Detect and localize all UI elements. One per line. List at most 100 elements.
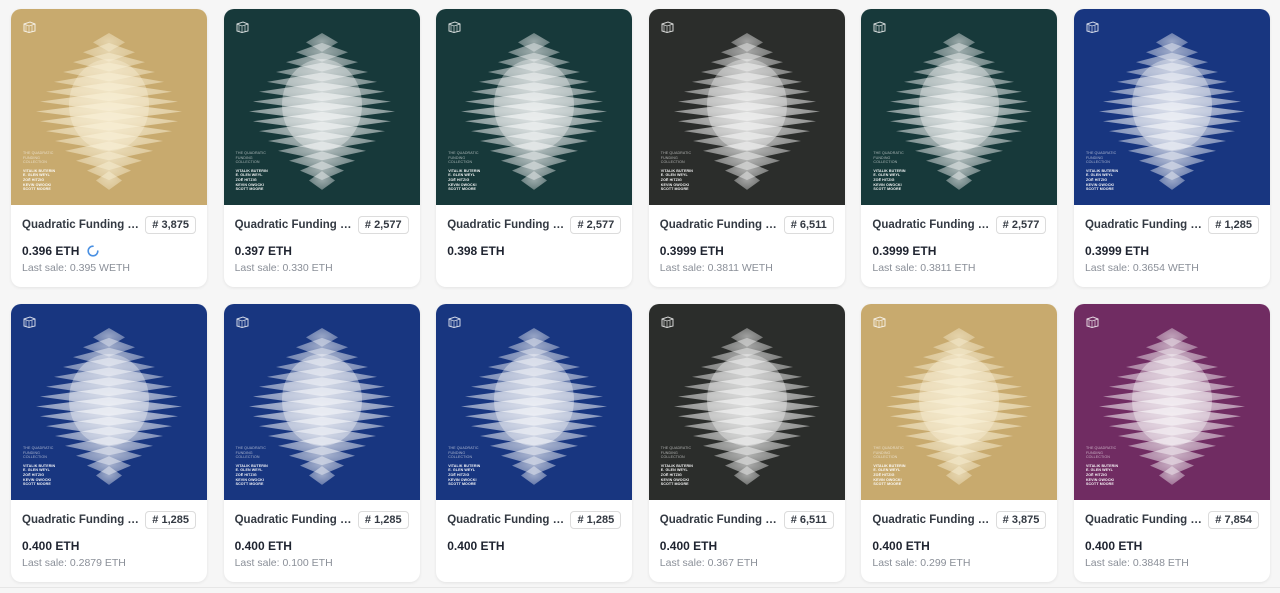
nft-card-10[interactable]: The Quadratic Funding Collection Vitalik B… bbox=[648, 304, 845, 582]
diamond-glow bbox=[706, 354, 787, 446]
token-id-badge: # 3,875 bbox=[145, 216, 196, 234]
artwork-caption: The Quadratic Funding Collection Vitalik B… bbox=[23, 151, 56, 192]
collection-logo-icon bbox=[448, 316, 461, 328]
nft-price: 0.398 ETH bbox=[447, 243, 505, 258]
nft-card-11[interactable]: The Quadratic Funding Collection Vitalik B… bbox=[861, 304, 1058, 582]
nft-card-5[interactable]: The Quadratic Funding Collection Vitalik B… bbox=[861, 9, 1058, 287]
nft-grid: The Quadratic Funding Collection Vitalik B… bbox=[11, 9, 1270, 582]
nft-artwork[interactable]: The Quadratic Funding Collection Vitalik B… bbox=[223, 304, 420, 500]
nft-artwork[interactable]: The Quadratic Funding Collection Vitalik B… bbox=[1073, 9, 1270, 205]
artwork-caption: The Quadratic Funding Collection Vitalik B… bbox=[873, 446, 906, 487]
nft-name[interactable]: Quadratic Funding O... bbox=[1085, 514, 1203, 526]
collection-logo-icon bbox=[1086, 21, 1099, 33]
collection-logo-icon bbox=[873, 316, 886, 328]
nft-price: 0.400 ETH bbox=[447, 538, 505, 553]
artwork-caption: The Quadratic Funding Collection Vitalik B… bbox=[1085, 151, 1119, 192]
artwork-caption: The Quadratic Funding Collection Vitalik B… bbox=[660, 151, 693, 192]
artwork-caption: The Quadratic Funding Collection Vitalik B… bbox=[235, 446, 268, 487]
nft-card-2[interactable]: The Quadratic Funding Collection Vitalik B… bbox=[223, 9, 420, 287]
last-sale: Last sale: 0.3848 ETH bbox=[1084, 557, 1189, 569]
nft-name[interactable]: Quadratic Funding O... bbox=[447, 219, 565, 231]
token-id-badge: # 6,511 bbox=[783, 216, 834, 234]
artwork-caption: The Quadratic Funding Collection Vitalik B… bbox=[660, 446, 693, 487]
token-id-badge: # 1,285 bbox=[145, 511, 196, 529]
nft-name[interactable]: Quadratic Funding O... bbox=[235, 514, 353, 526]
diamond-glow bbox=[281, 354, 362, 446]
nft-price: 0.3999 ETH bbox=[659, 243, 724, 258]
last-sale: Last sale: 0.3811 ETH bbox=[872, 262, 976, 274]
collection-logo-icon bbox=[661, 316, 674, 328]
nft-price: 0.400 ETH bbox=[234, 538, 292, 553]
artwork-caption: The Quadratic Funding Collection Vitalik B… bbox=[448, 151, 481, 192]
nft-price: 0.400 ETH bbox=[659, 538, 718, 553]
diamond-glow bbox=[919, 354, 1000, 446]
artwork-caption: The Quadratic Funding Collection Vitalik B… bbox=[235, 151, 268, 192]
collection-logo-icon bbox=[23, 21, 36, 33]
last-sale: Last sale: 0.3654 WETH bbox=[1084, 262, 1199, 274]
nft-artwork[interactable]: The Quadratic Funding Collection Vitalik B… bbox=[11, 9, 207, 205]
nft-artwork[interactable]: The Quadratic Funding Collection Vitalik B… bbox=[861, 9, 1058, 205]
collection-logo-icon bbox=[448, 21, 461, 33]
nft-artwork[interactable]: The Quadratic Funding Collection Vitalik B… bbox=[223, 9, 420, 205]
nft-artwork[interactable]: The Quadratic Funding Collection Vitalik B… bbox=[648, 9, 845, 205]
nft-name[interactable]: Quadratic Funding Op... bbox=[660, 219, 778, 231]
diamond-glow bbox=[494, 59, 575, 151]
nft-name[interactable]: Quadratic Funding O... bbox=[22, 514, 140, 526]
nft-artwork[interactable]: The Quadratic Funding Collection Vitalik B… bbox=[1073, 304, 1270, 500]
nft-artwork[interactable]: The Quadratic Funding Collection Vitalik B… bbox=[11, 304, 207, 500]
nft-price: 0.400 ETH bbox=[872, 538, 930, 553]
diamond-glow bbox=[1131, 354, 1212, 446]
token-id-badge: # 3,875 bbox=[995, 511, 1047, 529]
loading-spinner-icon bbox=[87, 244, 99, 257]
nft-card-3[interactable]: The Quadratic Funding Collection Vitalik B… bbox=[436, 9, 633, 287]
nft-card-6[interactable]: The Quadratic Funding Collection Vitalik B… bbox=[1073, 9, 1270, 287]
collection-logo-icon bbox=[236, 316, 249, 328]
nft-artwork[interactable]: The Quadratic Funding Collection Vitalik B… bbox=[861, 304, 1058, 500]
artwork-caption: The Quadratic Funding Collection Vitalik B… bbox=[1085, 446, 1119, 487]
token-id-badge: # 6,511 bbox=[783, 511, 834, 529]
diamond-glow bbox=[69, 354, 149, 446]
diamond-glow bbox=[1131, 59, 1212, 151]
nft-price: 0.400 ETH bbox=[1084, 538, 1143, 553]
nft-card-7[interactable]: The Quadratic Funding Collection Vitalik B… bbox=[11, 304, 207, 582]
nft-price: 0.396 ETH bbox=[22, 243, 80, 258]
nft-card-12[interactable]: The Quadratic Funding Collection Vitalik B… bbox=[1073, 304, 1270, 582]
last-sale: Last sale: 0.299 ETH bbox=[872, 557, 971, 569]
nft-artwork[interactable]: The Quadratic Funding Collection Vitalik B… bbox=[436, 9, 633, 205]
collection-logo-icon bbox=[1086, 316, 1099, 328]
nft-name[interactable]: Quadratic Funding O... bbox=[1085, 219, 1203, 231]
last-sale: Last sale: 0.3811 WETH bbox=[659, 262, 773, 274]
nft-name[interactable]: Quadratic Funding Op... bbox=[660, 514, 778, 526]
collection-logo-icon bbox=[873, 21, 886, 33]
diamond-glow bbox=[706, 59, 787, 151]
token-id-badge: # 2,577 bbox=[995, 216, 1047, 234]
artwork-caption: The Quadratic Funding Collection Vitalik B… bbox=[23, 446, 56, 487]
last-sale: Last sale: 0.330 ETH bbox=[234, 262, 333, 274]
token-id-badge: # 1,285 bbox=[357, 511, 409, 529]
token-id-badge: # 7,854 bbox=[1208, 511, 1259, 529]
nft-card-4[interactable]: The Quadratic Funding Collection Vitalik B… bbox=[648, 9, 845, 287]
last-sale: Last sale: 0.395 WETH bbox=[22, 262, 130, 274]
diamond-glow bbox=[281, 59, 362, 151]
token-id-badge: # 2,577 bbox=[570, 216, 622, 234]
artwork-caption: The Quadratic Funding Collection Vitalik B… bbox=[448, 446, 481, 487]
last-sale: Last sale: 0.2879 ETH bbox=[22, 557, 126, 569]
nft-artwork[interactable]: The Quadratic Funding Collection Vitalik B… bbox=[648, 304, 845, 500]
collection-logo-icon bbox=[661, 21, 674, 33]
nft-price: 0.3999 ETH bbox=[1084, 243, 1150, 258]
nft-card-8[interactable]: The Quadratic Funding Collection Vitalik B… bbox=[223, 304, 420, 582]
nft-name[interactable]: Quadratic Funding O... bbox=[447, 514, 565, 526]
diamond-glow bbox=[69, 59, 149, 151]
nft-name[interactable]: Quadratic Funding O... bbox=[872, 514, 990, 526]
artwork-caption: The Quadratic Funding Collection Vitalik B… bbox=[873, 151, 906, 192]
nft-name[interactable]: Quadratic Funding O... bbox=[235, 219, 353, 231]
collection-logo-icon bbox=[236, 21, 249, 33]
nft-name[interactable]: Quadratic Funding O... bbox=[872, 219, 990, 231]
nft-price: 0.3999 ETH bbox=[872, 243, 937, 258]
nft-price: 0.397 ETH bbox=[234, 243, 292, 258]
nft-name[interactable]: Quadratic Funding O... bbox=[22, 219, 140, 231]
token-id-badge: # 2,577 bbox=[357, 216, 409, 234]
nft-artwork[interactable]: The Quadratic Funding Collection Vitalik B… bbox=[436, 304, 633, 500]
nft-card-9[interactable]: The Quadratic Funding Collection Vitalik B… bbox=[436, 304, 633, 582]
nft-card-1[interactable]: The Quadratic Funding Collection Vitalik B… bbox=[11, 9, 207, 287]
